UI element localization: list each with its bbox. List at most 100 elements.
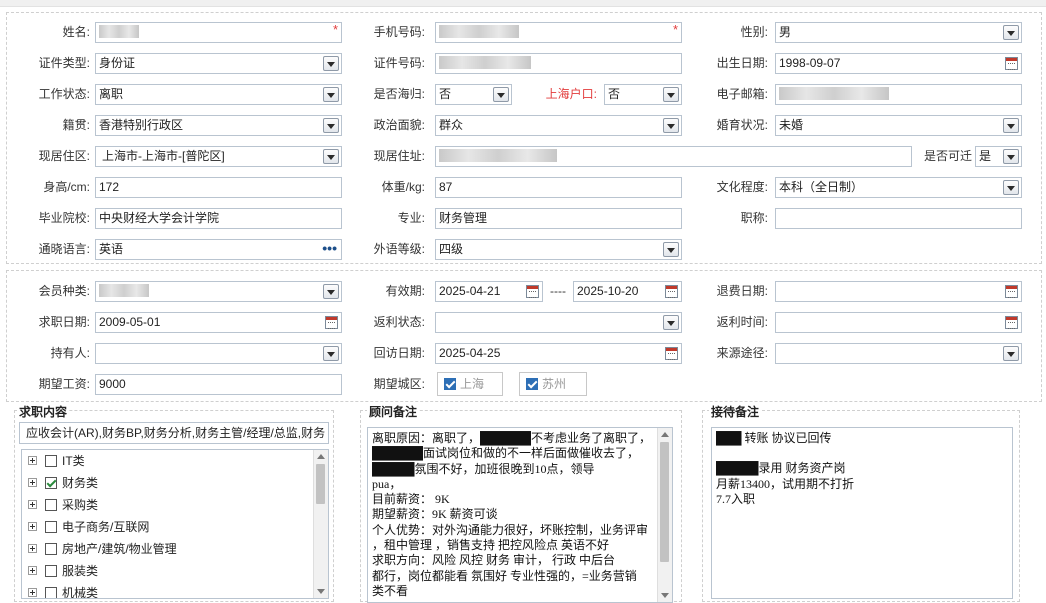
expected-salary-field[interactable]: 9000 (95, 374, 342, 395)
gender-select[interactable]: 男 (775, 22, 1022, 43)
chevron-down-icon[interactable] (493, 87, 509, 102)
chevron-down-icon[interactable] (323, 149, 339, 164)
scroll-up-icon[interactable] (661, 432, 669, 437)
scroll-thumb[interactable] (660, 442, 669, 562)
chevron-down-icon[interactable] (1003, 346, 1019, 361)
school-field[interactable]: 中央财经大学会计学院 (95, 208, 342, 229)
job-category-tree[interactable]: IT类 财务类 采购类 电子商务/互联网 房地产/建筑/物业管理 服装类 机械类 (21, 449, 329, 599)
chevron-down-icon[interactable] (323, 346, 339, 361)
calendar-icon[interactable] (526, 285, 539, 298)
expand-icon[interactable] (28, 456, 37, 466)
checkbox-icon[interactable] (45, 542, 57, 555)
checkbox-icon[interactable] (45, 498, 57, 511)
chevron-down-icon[interactable] (323, 118, 339, 133)
relocate-select[interactable]: 是 (975, 146, 1022, 167)
rebate-status-select[interactable] (435, 312, 682, 333)
tree-item-it[interactable]: IT类 (28, 450, 85, 472)
scroll-thumb[interactable] (316, 464, 325, 504)
checkbox-checked-icon[interactable] (45, 476, 57, 489)
expand-icon[interactable] (28, 522, 37, 532)
chevron-down-icon[interactable] (663, 315, 679, 330)
calendar-icon[interactable] (665, 347, 678, 360)
tree-item-apparel[interactable]: 服装类 (28, 560, 98, 582)
job-content-summary[interactable]: 应收会计(AR),财务BP,财务分析,财务主管/经理/总监,财务 (19, 422, 329, 444)
political-status-select[interactable]: 群众 (435, 115, 682, 136)
checkbox-icon[interactable] (45, 454, 57, 467)
relocate-label: 是否可迁 (923, 149, 972, 163)
shanghai-hukou-select[interactable]: 否 (604, 84, 682, 105)
chevron-down-icon[interactable] (323, 284, 339, 299)
calendar-icon[interactable] (665, 285, 678, 298)
tree-item-real-estate[interactable]: 房地产/建筑/物业管理 (28, 538, 177, 560)
visit-date-field[interactable]: 2025-04-25 (435, 343, 682, 364)
birth-date-field[interactable]: 1998-09-07 (775, 53, 1022, 74)
chevron-down-icon[interactable] (663, 118, 679, 133)
height-field[interactable]: 172 (95, 177, 342, 198)
validity-end-field[interactable]: 2025-10-20 (573, 281, 682, 302)
name-label: 姓名: (62, 25, 90, 39)
chevron-down-icon[interactable] (323, 56, 339, 71)
tree-item-ecommerce[interactable]: 电子商务/互联网 (28, 516, 149, 538)
more-icon[interactable]: ••• (322, 240, 337, 257)
expand-icon[interactable] (28, 588, 37, 598)
note-line: 7.7入职 (716, 491, 756, 506)
checkbox-icon[interactable] (45, 564, 57, 577)
language-field[interactable]: 英语 ••• (95, 239, 342, 260)
foreign-level-select[interactable]: 四级 (435, 239, 682, 260)
chevron-down-icon[interactable] (323, 87, 339, 102)
major-label: 专业: (397, 211, 425, 225)
calendar-icon[interactable] (1005, 316, 1018, 329)
chevron-down-icon[interactable] (1003, 118, 1019, 133)
expand-icon[interactable] (28, 566, 37, 576)
native-place-select[interactable]: 香港特别行政区 (95, 115, 342, 136)
email-field[interactable] (775, 84, 1022, 105)
checkbox-checked-icon[interactable] (444, 377, 456, 390)
member-type-select[interactable] (95, 281, 342, 302)
id-type-select[interactable]: 身份证 (95, 53, 342, 74)
tree-scrollbar[interactable] (313, 450, 328, 598)
chevron-down-icon[interactable] (1003, 149, 1019, 164)
expand-icon[interactable] (28, 500, 37, 510)
reception-notes-textarea[interactable]: ███ 转账 协议已回传 █████录用 财务资产岗 月薪13400，试用期不打… (711, 427, 1013, 599)
scroll-down-icon[interactable] (661, 593, 669, 598)
chevron-down-icon[interactable] (1003, 180, 1019, 195)
checkbox-checked-icon[interactable] (526, 377, 538, 390)
current-address-field[interactable] (435, 146, 912, 167)
id-number-field[interactable] (435, 53, 682, 74)
checkbox-icon[interactable] (45, 586, 57, 598)
title-field[interactable] (775, 208, 1022, 229)
tree-item-machinery[interactable]: 机械类 (28, 582, 98, 598)
phone-field[interactable]: * (435, 22, 682, 43)
name-field[interactable]: * (95, 22, 342, 43)
returnee-select[interactable]: 否 (435, 84, 512, 105)
education-select[interactable]: 本科（全日制） (775, 177, 1022, 198)
scroll-up-icon[interactable] (317, 454, 325, 459)
source-select[interactable] (775, 343, 1022, 364)
marital-status-select[interactable]: 未婚 (775, 115, 1022, 136)
job-date-field[interactable]: 2009-05-01 (95, 312, 342, 333)
major-field[interactable]: 财务管理 (435, 208, 682, 229)
chevron-down-icon[interactable] (663, 242, 679, 257)
work-status-select[interactable]: 离职 (95, 84, 342, 105)
expand-icon[interactable] (28, 478, 37, 488)
expand-icon[interactable] (28, 544, 37, 554)
refund-date-field[interactable] (775, 281, 1022, 302)
checkbox-icon[interactable] (45, 520, 57, 533)
weight-field[interactable]: 87 (435, 177, 682, 198)
tree-item-finance[interactable]: 财务类 (28, 472, 98, 494)
calendar-icon[interactable] (1005, 57, 1018, 70)
city-checkbox-shanghai[interactable]: 上海 (437, 372, 503, 396)
chevron-down-icon[interactable] (663, 87, 679, 102)
advisor-notes-textarea[interactable]: 离职原因：离职了，██████不考虑业务了离职了， ██████面试岗位和做的不… (367, 427, 673, 603)
current-area-select[interactable]: 上海市-上海市-[普陀区] (95, 146, 342, 167)
calendar-icon[interactable] (325, 316, 338, 329)
notes-scrollbar[interactable] (657, 428, 672, 602)
city-checkbox-suzhou[interactable]: 苏州 (519, 372, 587, 396)
chevron-down-icon[interactable] (1003, 25, 1019, 40)
calendar-icon[interactable] (1005, 285, 1018, 298)
validity-start-field[interactable]: 2025-04-21 (435, 281, 543, 302)
rebate-time-field[interactable] (775, 312, 1022, 333)
holder-select[interactable] (95, 343, 342, 364)
tree-item-purchasing[interactable]: 采购类 (28, 494, 98, 516)
scroll-down-icon[interactable] (317, 589, 325, 594)
